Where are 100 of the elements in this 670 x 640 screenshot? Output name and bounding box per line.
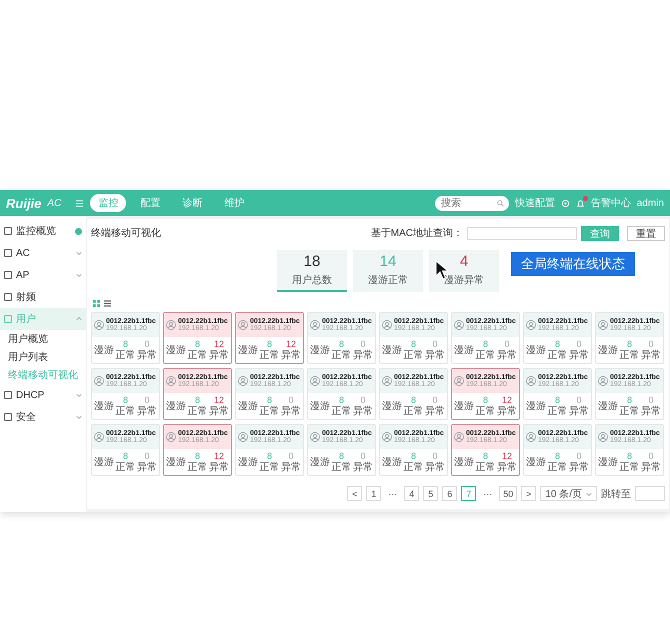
sidebar-item[interactable]: AP: [0, 264, 86, 286]
abnormal-label: 异常: [353, 406, 373, 418]
stat-tile[interactable]: 14 漫游正常: [353, 250, 423, 292]
sidebar-item[interactable]: 安全: [0, 406, 86, 428]
abnormal-count: 0: [432, 338, 438, 350]
stat-tile[interactable]: 18 用户总数: [277, 250, 347, 292]
abnormal-label: 异常: [209, 462, 229, 474]
normal-label: 正常: [548, 406, 568, 418]
list-view-icon[interactable]: [104, 300, 111, 307]
abnormal-count: 0: [288, 394, 294, 406]
grid-view-icon[interactable]: [93, 300, 100, 307]
abnormal-count: 0: [360, 450, 366, 462]
abnormal-label: 异常: [281, 462, 301, 474]
abnormal-count: 0: [648, 450, 654, 462]
sidebar-item[interactable]: DHCP: [0, 384, 86, 406]
normal-label: 正常: [620, 350, 640, 362]
abnormal-count: 0: [360, 338, 366, 350]
abnormal-label: 异常: [353, 350, 373, 362]
user-icon: [454, 432, 464, 442]
abnormal-count: 0: [432, 450, 438, 462]
caret-icon: [586, 490, 592, 496]
roam-label: 漫游: [382, 400, 402, 413]
bell-icon[interactable]: [576, 198, 585, 208]
normal-label: 正常: [620, 462, 640, 474]
next-page-button[interactable]: >: [521, 486, 536, 501]
page-button[interactable]: 6: [442, 486, 458, 501]
query-label: 基于MAC地址查询：: [370, 226, 463, 240]
submenu-item[interactable]: 用户概览: [0, 330, 86, 348]
user-icon: [526, 320, 536, 330]
normal-count: 8: [410, 450, 416, 462]
stat-value: 14: [380, 253, 396, 270]
user-icon: [598, 376, 608, 386]
jump-label: 跳转至: [601, 488, 631, 500]
product-name: AC: [47, 198, 62, 208]
abnormal-count: 0: [144, 338, 150, 350]
abnormal-count: 0: [288, 450, 294, 462]
normal-label: 正常: [476, 462, 496, 474]
abnormal-count: 0: [432, 394, 438, 406]
roam-label: 漫游: [598, 400, 618, 413]
jump-input-field[interactable]: [635, 486, 665, 501]
roam-label: 漫游: [598, 456, 618, 469]
normal-label: 正常: [476, 350, 496, 362]
user-icon: [166, 376, 176, 386]
normal-count: 8: [482, 394, 488, 406]
abnormal-count: 12: [214, 338, 224, 350]
user-icon: [382, 320, 392, 330]
roam-label: 漫游: [310, 456, 330, 469]
user-icon: [454, 376, 464, 386]
normal-label: 正常: [188, 462, 208, 474]
normal-label: 正常: [332, 350, 352, 362]
sidebar-item[interactable]: 监控概览: [0, 220, 86, 242]
prev-page-button[interactable]: <: [347, 486, 362, 501]
roam-label: 漫游: [166, 400, 186, 413]
roam-label: 漫游: [238, 400, 258, 413]
submenu-item[interactable]: 用户列表: [0, 348, 86, 366]
menu-item-icon: [4, 293, 12, 301]
abnormal-count: 0: [576, 394, 582, 406]
normal-count: 8: [194, 450, 200, 462]
menu-item-icon: [4, 271, 12, 279]
abnormal-count: 12: [214, 394, 224, 406]
abnormal-label: 异常: [641, 406, 661, 418]
sidebar-label: 用户: [16, 312, 37, 326]
abnormal-label: 异常: [281, 406, 301, 418]
roam-label: 漫游: [454, 400, 474, 413]
reset-button[interactable]: 重置: [627, 226, 665, 240]
normal-label: 正常: [476, 406, 496, 418]
search-field[interactable]: 搜索: [434, 196, 509, 210]
normal-label: 正常: [116, 406, 136, 418]
abnormal-label: 异常: [281, 350, 301, 362]
sidebar-item[interactable]: 射频: [0, 286, 86, 308]
stat-tile[interactable]: 4 漫游异常: [429, 250, 499, 292]
page-button[interactable]: 1: [366, 486, 382, 501]
roam-label: 漫游: [94, 344, 114, 357]
user-icon: [94, 376, 104, 386]
abnormal-count: 0: [504, 338, 510, 350]
roam-label: 漫游: [526, 400, 546, 413]
abnormal-label: 异常: [425, 406, 445, 418]
gear-icon[interactable]: [560, 198, 570, 208]
abnormal-label: 异常: [569, 350, 589, 362]
normal-count: 8: [554, 338, 560, 350]
mac-input-field[interactable]: [467, 226, 577, 240]
normal-count: 8: [482, 338, 488, 350]
normal-label: 正常: [548, 350, 568, 362]
roam-label: 漫游: [166, 456, 186, 469]
normal-count: 8: [194, 394, 200, 406]
stat-label: 漫游异常: [444, 274, 484, 287]
stat-value: 4: [460, 253, 468, 270]
normal-count: 8: [626, 338, 632, 350]
normal-count: 8: [338, 394, 344, 406]
page-size-select[interactable]: 10 条/页: [540, 486, 597, 501]
sidebar-item[interactable]: AC: [0, 242, 86, 264]
user-icon: [382, 432, 392, 442]
menu-icon[interactable]: [75, 198, 84, 208]
caret-icon: [76, 316, 82, 322]
page-button[interactable]: 50: [499, 486, 518, 501]
abnormal-count: 12: [214, 450, 224, 462]
page-button[interactable]: 5: [423, 486, 438, 501]
roam-label: 漫游: [598, 344, 618, 357]
page-button[interactable]: 4: [404, 486, 420, 501]
normal-count: 8: [266, 450, 272, 462]
